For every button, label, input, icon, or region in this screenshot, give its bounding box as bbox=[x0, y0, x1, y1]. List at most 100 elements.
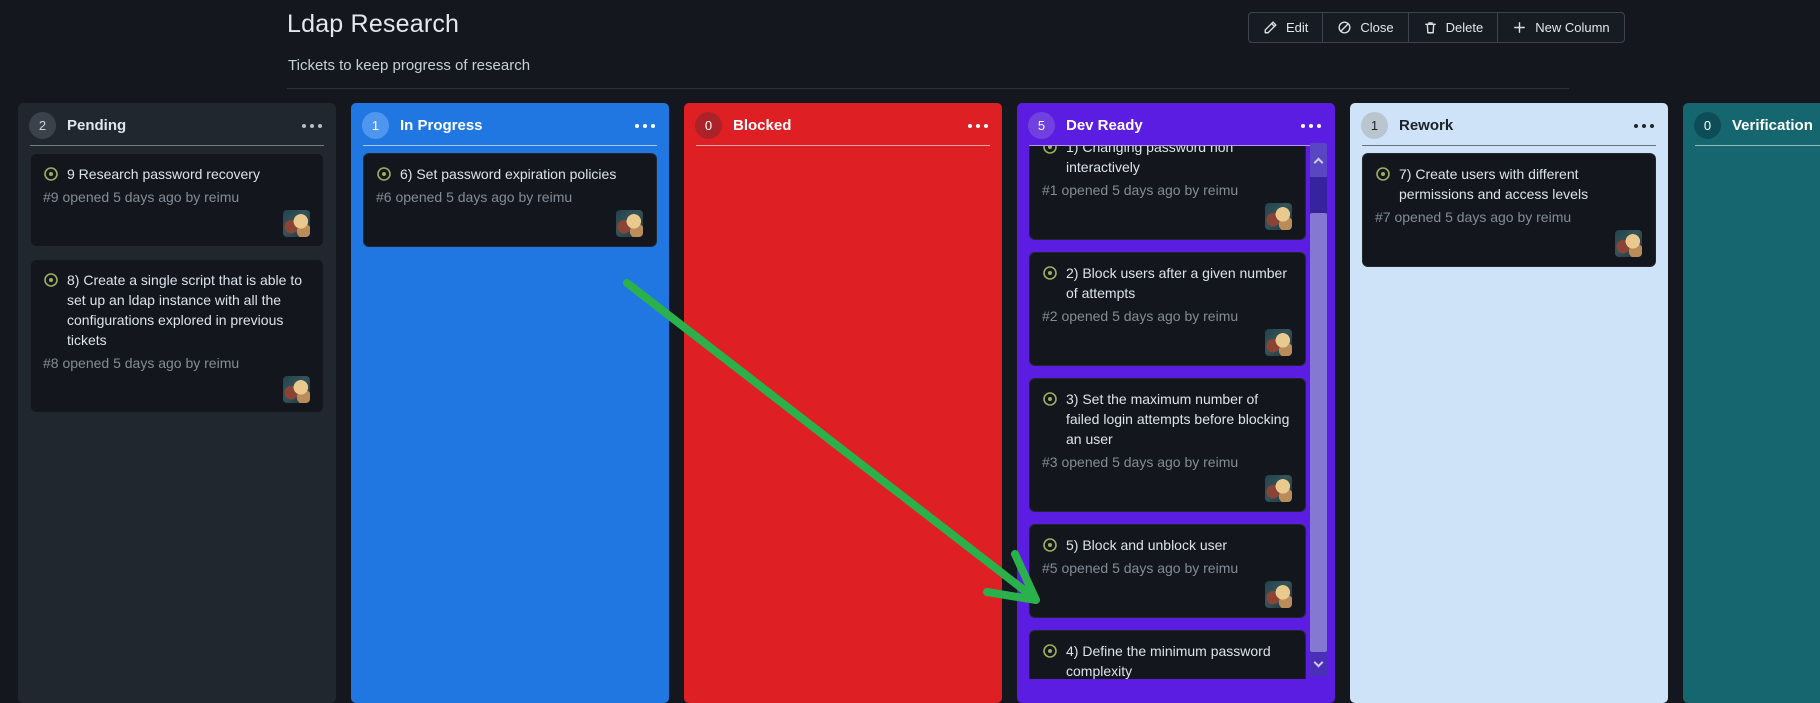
column-in-progress: 1 In Progress 6) Set password expiration… bbox=[351, 103, 669, 703]
issue-card[interactable]: 7) Create users with different permissio… bbox=[1362, 153, 1656, 267]
column-verification: 0 Verification bbox=[1683, 103, 1820, 703]
issue-card[interactable]: 6) Set password expiration policies #6 o… bbox=[363, 153, 657, 247]
issue-card[interactable]: 5) Block and unblock user #5 opened 5 da… bbox=[1029, 524, 1306, 618]
column-title: Pending bbox=[67, 117, 127, 134]
issue-card[interactable]: 8) Create a single script that is able t… bbox=[30, 259, 324, 413]
card-count-badge: 0 bbox=[695, 112, 722, 139]
column-header: 5 Dev Ready bbox=[1017, 107, 1335, 144]
column-menu-button[interactable] bbox=[633, 119, 657, 133]
issue-meta: #6 opened 5 days ago by reimu bbox=[376, 189, 573, 205]
close-button[interactable]: Close bbox=[1322, 13, 1407, 42]
page-subtitle: Tickets to keep progress of research bbox=[288, 57, 531, 74]
issue-title: 9 Research password recovery bbox=[67, 166, 260, 182]
project-actions: Edit Close Delete New Column bbox=[1248, 12, 1625, 43]
scrollbar-track[interactable] bbox=[1310, 177, 1327, 652]
column-header: 2 Pending bbox=[18, 107, 336, 144]
column-header: 0 Blocked bbox=[684, 107, 1002, 144]
kanban-board: 2 Pending 9 Research password recovery #… bbox=[0, 103, 1820, 703]
avatar[interactable] bbox=[283, 210, 310, 237]
scrollbar-thumb[interactable] bbox=[1310, 213, 1327, 652]
avatar[interactable] bbox=[1265, 581, 1292, 608]
column-menu-button[interactable] bbox=[300, 119, 324, 133]
column-header: 0 Verification bbox=[1683, 107, 1820, 144]
issue-card[interactable]: 9 Research password recovery #9 opened 5… bbox=[30, 153, 324, 247]
issue-meta: #7 opened 5 days ago by reimu bbox=[1375, 209, 1572, 225]
column-title: Verification bbox=[1732, 117, 1813, 134]
delete-button-label: Delete bbox=[1445, 20, 1484, 35]
card-count-badge: 1 bbox=[1361, 112, 1388, 139]
issue-title: 8) Create a single script that is able t… bbox=[67, 272, 303, 348]
column-title: Dev Ready bbox=[1066, 117, 1143, 134]
delete-button[interactable]: Delete bbox=[1407, 13, 1498, 42]
trash-icon bbox=[1424, 22, 1436, 34]
column-title: Rework bbox=[1399, 117, 1454, 134]
column-menu-button[interactable] bbox=[1299, 119, 1323, 133]
scroll-down-button[interactable] bbox=[1310, 652, 1327, 676]
plus-icon bbox=[1514, 22, 1526, 33]
issue-card[interactable]: 3) Set the maximum number of failed logi… bbox=[1029, 378, 1306, 512]
issue-open-icon bbox=[1043, 392, 1057, 406]
issue-title: 4) Define the minimum password complexit… bbox=[1066, 643, 1271, 679]
issue-title: 2) Block users after a given number of a… bbox=[1066, 265, 1287, 301]
issue-title: 1) Changing password non interactively bbox=[1066, 146, 1234, 175]
card-count-badge: 1 bbox=[362, 112, 389, 139]
issue-card[interactable]: 2) Block users after a given number of a… bbox=[1029, 252, 1306, 366]
card-count-badge: 0 bbox=[1694, 112, 1721, 139]
column-header: 1 In Progress bbox=[351, 107, 669, 144]
issue-title: 5) Block and unblock user bbox=[1066, 537, 1228, 553]
card-list: 7) Create users with different permissio… bbox=[1350, 146, 1668, 279]
column-menu-button[interactable] bbox=[966, 119, 990, 133]
column-pending: 2 Pending 9 Research password recovery #… bbox=[18, 103, 336, 703]
header-divider bbox=[287, 88, 1569, 89]
card-list: 1) Changing password non interactively #… bbox=[1017, 146, 1335, 679]
new-column-button[interactable]: New Column bbox=[1497, 13, 1623, 42]
issue-meta: #3 opened 5 days ago by reimu bbox=[1042, 454, 1239, 470]
card-count-badge: 5 bbox=[1028, 112, 1055, 139]
issue-open-icon bbox=[1043, 146, 1057, 154]
issue-card[interactable]: 4) Define the minimum password complexit… bbox=[1029, 630, 1306, 679]
scroll-up-button[interactable] bbox=[1310, 143, 1327, 177]
card-list: 6) Set password expiration policies #6 o… bbox=[351, 146, 669, 259]
issue-open-icon bbox=[1043, 644, 1057, 658]
issue-open-icon bbox=[1043, 266, 1057, 280]
new-column-button-label: New Column bbox=[1535, 20, 1610, 35]
issue-open-icon bbox=[1043, 538, 1057, 552]
issue-meta: #8 opened 5 days ago by reimu bbox=[43, 355, 240, 371]
avatar[interactable] bbox=[1265, 203, 1292, 230]
chevron-down-icon bbox=[1313, 657, 1324, 667]
avatar[interactable] bbox=[1265, 329, 1292, 356]
issue-meta: #5 opened 5 days ago by reimu bbox=[1042, 560, 1239, 576]
card-count-badge: 2 bbox=[29, 112, 56, 139]
column-menu-button[interactable] bbox=[1632, 119, 1656, 133]
issue-meta: #9 opened 5 days ago by reimu bbox=[43, 189, 240, 205]
column-rework: 1 Rework 7) Create users with different … bbox=[1350, 103, 1668, 703]
pencil-icon bbox=[1264, 21, 1277, 34]
avatar[interactable] bbox=[1615, 230, 1642, 257]
avatar[interactable] bbox=[616, 210, 643, 237]
column-title: Blocked bbox=[733, 117, 792, 134]
issue-open-icon bbox=[1376, 167, 1390, 181]
edit-button-label: Edit bbox=[1286, 20, 1309, 35]
avatar[interactable] bbox=[283, 376, 310, 403]
column-scrollbar[interactable] bbox=[1310, 143, 1327, 676]
issue-card[interactable]: 1) Changing password non interactively #… bbox=[1029, 146, 1306, 240]
card-list bbox=[1683, 146, 1820, 165]
column-title: In Progress bbox=[400, 117, 483, 134]
edit-button[interactable]: Edit bbox=[1249, 13, 1322, 42]
close-button-label: Close bbox=[1360, 20, 1394, 35]
issue-open-icon bbox=[377, 167, 391, 181]
card-list bbox=[684, 146, 1002, 165]
issue-open-icon bbox=[44, 167, 58, 181]
column-dev-ready: 5 Dev Ready 1) Changing password non int… bbox=[1017, 103, 1335, 703]
issue-meta: #1 opened 5 days ago by reimu bbox=[1042, 182, 1239, 198]
issue-title: 6) Set password expiration policies bbox=[400, 166, 617, 182]
issue-meta: #2 opened 5 days ago by reimu bbox=[1042, 308, 1239, 324]
issue-title: 3) Set the maximum number of failed logi… bbox=[1066, 391, 1290, 447]
page-title: Ldap Research bbox=[287, 10, 460, 38]
card-list: 9 Research password recovery #9 opened 5… bbox=[18, 146, 336, 425]
chevron-up-icon bbox=[1313, 157, 1324, 167]
issue-open-icon bbox=[44, 273, 58, 287]
circle-slash-icon bbox=[1338, 21, 1351, 34]
issue-title: 7) Create users with different permissio… bbox=[1399, 166, 1589, 202]
avatar[interactable] bbox=[1265, 475, 1292, 502]
